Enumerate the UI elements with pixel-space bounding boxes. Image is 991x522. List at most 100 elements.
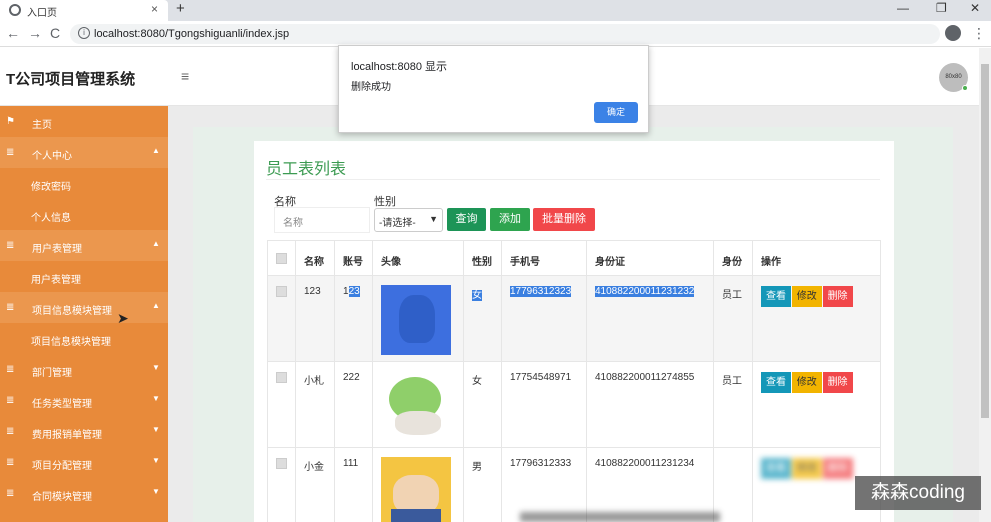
restore-icon[interactable]: ❐ bbox=[936, 1, 947, 15]
idcard-text: 410882200011231232 bbox=[595, 286, 695, 297]
col-header: 身份 bbox=[713, 240, 753, 276]
blurred-overlay bbox=[520, 512, 720, 522]
sidebar: ⚑ 主页 ≣ 个人中心 ▲ 修改密码 个人信息 ≣ 用户表管理 ▲ 用户表管理 ≣ 项目信息模块管理 ▲ 项… bbox=[0, 106, 168, 522]
sidebar-item-label: 用户表管理 bbox=[31, 275, 81, 286]
cell-ops: 查看 修改 删除 bbox=[752, 361, 881, 448]
row-checkbox-cell bbox=[267, 361, 296, 448]
sidebar-item[interactable]: 用户表管理 bbox=[0, 261, 168, 292]
row-checkbox-cell bbox=[267, 275, 296, 362]
sidebar-item-label: 用户表管理 bbox=[32, 244, 82, 255]
chevron-up-icon: ▲ bbox=[152, 146, 160, 155]
chevron-down-icon: ▼ bbox=[152, 425, 160, 434]
employee-table: 名称 账号 头像 性别 手机号 身份证 身份 操作 123 123 女 1779… bbox=[267, 240, 881, 522]
sidebar-item[interactable]: ≣ 任务类型管理 ▼ bbox=[0, 385, 168, 416]
employee-list-panel: 员工表列表 名称 名称 性别 -请选择- ▼ 查询 添加 批量删除 名称 账号 … bbox=[254, 141, 894, 522]
sidebar-item[interactable]: ≣ 合同模块管理 ▼ bbox=[0, 478, 168, 509]
view-button[interactable]: 查看 bbox=[761, 372, 791, 393]
account-text: 1 bbox=[343, 286, 349, 297]
select-all-checkbox[interactable] bbox=[276, 253, 287, 264]
delete-button[interactable]: 删除 bbox=[822, 458, 853, 479]
cell-account: 123 bbox=[334, 275, 373, 362]
table-row: 小金 111 男 17796312333 410882200011231234 … bbox=[267, 447, 881, 522]
sidebar-item[interactable]: 修改密码 bbox=[0, 168, 168, 199]
info-icon[interactable]: i bbox=[78, 27, 90, 39]
select-all-cell bbox=[267, 240, 296, 276]
back-icon[interactable]: ← bbox=[6, 25, 20, 41]
table-header-row: 名称 账号 头像 性别 手机号 身份证 身份 操作 bbox=[267, 240, 881, 276]
sidebar-item[interactable]: ≣ 个人中心 ▲ bbox=[0, 137, 168, 168]
close-window-icon[interactable]: ✕ bbox=[970, 1, 980, 15]
tab-close-icon[interactable]: × bbox=[151, 2, 158, 16]
cell-ops: 查看 修改 删除 bbox=[752, 275, 881, 362]
view-button[interactable]: 查看 bbox=[761, 286, 791, 307]
sidebar-item[interactable]: 个人信息 bbox=[0, 199, 168, 230]
cell-phone: 17796312333 bbox=[501, 447, 587, 522]
list-icon: ≣ bbox=[6, 147, 15, 158]
view-button[interactable]: 查看 bbox=[761, 458, 791, 479]
sidebar-item[interactable]: 项目信息模块管理 bbox=[0, 323, 168, 354]
cell-idcard: 410882200011231234 bbox=[586, 447, 714, 522]
page-title: 员工表列表 bbox=[266, 161, 347, 178]
list-icon: ≣ bbox=[6, 488, 15, 499]
dialog-message: 删除成功 bbox=[351, 82, 391, 93]
batch-delete-button[interactable]: 批量删除 bbox=[533, 208, 595, 231]
cell-name: 小金 bbox=[295, 447, 335, 522]
chevron-up-icon: ▲ bbox=[152, 301, 160, 310]
cell-idcard: 410882200011274855 bbox=[586, 361, 714, 448]
reload-icon[interactable]: C bbox=[50, 25, 60, 41]
delete-button[interactable]: 删除 bbox=[822, 286, 853, 307]
delete-button[interactable]: 删除 bbox=[822, 372, 853, 393]
new-tab-icon[interactable]: + bbox=[176, 0, 185, 17]
row-checkbox[interactable] bbox=[276, 458, 287, 469]
col-header: 身份证 bbox=[586, 240, 714, 276]
chevron-down-icon: ▼ bbox=[152, 363, 160, 372]
row-checkbox[interactable] bbox=[276, 372, 287, 383]
sidebar-item[interactable]: ≣ 部门管理 ▼ bbox=[0, 354, 168, 385]
sidebar-item-label: 个人中心 bbox=[32, 151, 72, 162]
scrollbar-thumb[interactable] bbox=[981, 64, 989, 418]
cell-role bbox=[713, 447, 753, 522]
name-search-input[interactable]: 名称 bbox=[274, 207, 370, 233]
list-icon: ≣ bbox=[6, 240, 15, 251]
table-row: 123 123 女 17796312323 410882200011231232… bbox=[267, 275, 881, 362]
cell-idcard: 410882200011231232 bbox=[586, 275, 714, 362]
col-header: 名称 bbox=[295, 240, 335, 276]
account-selected-text: 23 bbox=[348, 286, 360, 297]
globe-icon bbox=[9, 4, 21, 16]
account-icon[interactable] bbox=[945, 25, 961, 41]
minimize-icon[interactable]: — bbox=[897, 1, 909, 15]
watermark: 森森coding bbox=[855, 476, 981, 510]
browser-tab[interactable]: 入口页 × bbox=[0, 0, 168, 21]
sidebar-item-label: 项目信息模块管理 bbox=[31, 337, 111, 348]
browser-tabstrip: 入口页 × + — ❐ ✕ bbox=[0, 0, 991, 21]
sidebar-item[interactable]: ≣ 费用报销单管理 ▼ bbox=[0, 416, 168, 447]
chevron-up-icon: ▲ bbox=[152, 239, 160, 248]
url-field[interactable]: i localhost:8080/Tgongshiguanli/index.js… bbox=[70, 24, 991, 44]
sidebar-item[interactable]: ≣ 项目分配管理 ▼ bbox=[0, 447, 168, 478]
sex-select-value: -请选择- bbox=[379, 218, 416, 229]
edit-button[interactable]: 修改 bbox=[791, 372, 822, 393]
sidebar-item-label: 部门管理 bbox=[32, 368, 72, 379]
hamburger-icon[interactable]: ≡ bbox=[181, 68, 189, 84]
row-checkbox-cell bbox=[267, 447, 296, 522]
sidebar-item[interactable]: ≣ 项目信息模块管理 ▲ bbox=[0, 292, 168, 323]
cell-photo bbox=[372, 275, 464, 362]
edit-button[interactable]: 修改 bbox=[791, 286, 822, 307]
sidebar-item-label: 合同模块管理 bbox=[32, 492, 92, 503]
add-button[interactable]: 添加 bbox=[490, 208, 530, 231]
cell-role: 员工 bbox=[713, 275, 753, 362]
chevron-down-icon: ▼ bbox=[152, 456, 160, 465]
ok-button[interactable]: 确定 bbox=[594, 102, 638, 123]
forward-icon[interactable]: → bbox=[28, 25, 42, 41]
row-checkbox[interactable] bbox=[276, 286, 287, 297]
edit-button[interactable]: 修改 bbox=[791, 458, 822, 479]
sidebar-item[interactable]: ≣ 用户表管理 ▲ bbox=[0, 230, 168, 261]
browser-menu-icon[interactable]: ⋮ bbox=[972, 25, 986, 42]
col-header: 头像 bbox=[372, 240, 464, 276]
query-button[interactable]: 查询 bbox=[447, 208, 486, 231]
list-icon: ≣ bbox=[6, 302, 15, 313]
cell-photo bbox=[372, 447, 464, 522]
sex-select[interactable]: -请选择- ▼ bbox=[374, 208, 443, 232]
chevron-down-icon: ▼ bbox=[429, 214, 438, 224]
sidebar-item[interactable]: ⚑ 主页 bbox=[0, 106, 168, 137]
